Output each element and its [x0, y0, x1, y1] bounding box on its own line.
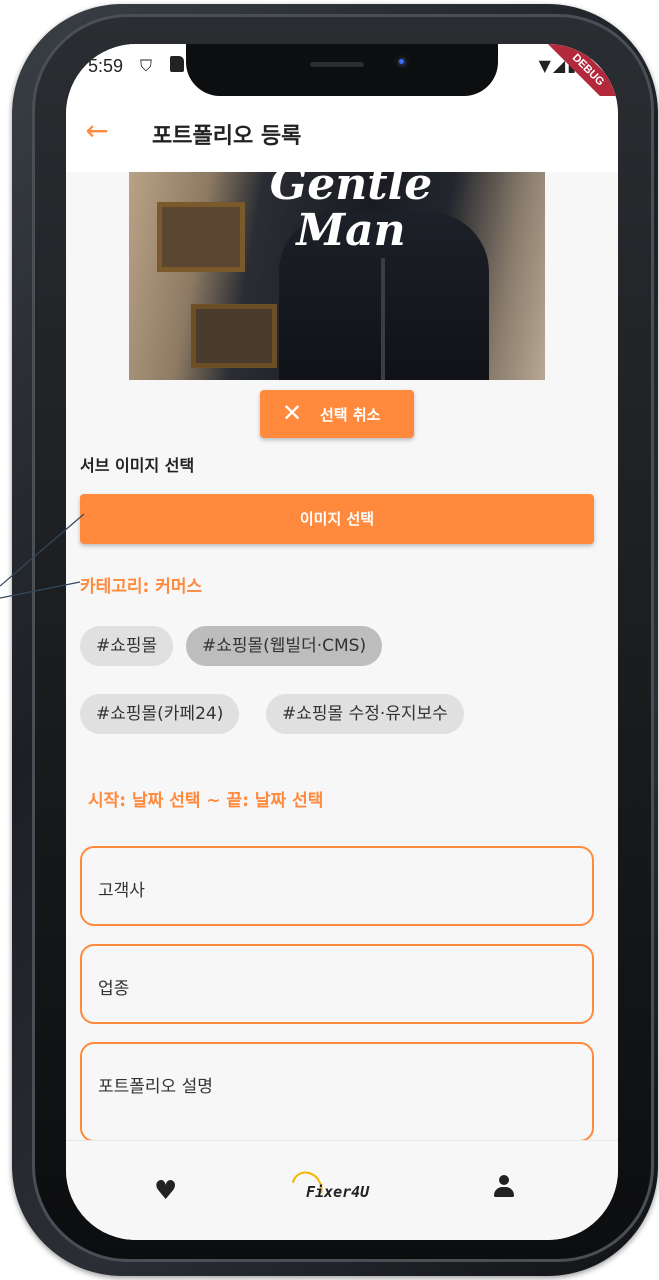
status-time: 5:59 — [88, 56, 124, 76]
image-zipper — [381, 258, 385, 380]
speaker-grille — [310, 62, 364, 67]
fixer4u-logo[interactable]: Fixer4U — [285, 1165, 392, 1211]
brand-line-2: Man — [296, 205, 406, 256]
arrow-left-icon[interactable]: ← — [80, 116, 114, 150]
person-icon-body — [494, 1187, 514, 1197]
category-chip-cafe24[interactable]: #쇼핑몰(카페24) — [80, 694, 240, 734]
date-range-selector[interactable]: 시작: 날짜 선택 ~ 끝: 날짜 선택 — [88, 786, 323, 811]
category-chip-shopping-mall[interactable]: #쇼핑몰 — [80, 626, 174, 666]
person-icon-head — [499, 1175, 509, 1185]
image-brand-text: Gentle Man — [241, 172, 461, 254]
front-camera-icon — [394, 54, 410, 70]
select-image-button[interactable]: 이미지 선택 — [80, 494, 594, 544]
image-picture-frame — [157, 202, 245, 272]
heart-icon[interactable]: ♥ — [154, 1177, 177, 1205]
bottom-navigation: ♥ Fixer4U — [66, 1140, 618, 1240]
cancel-selection-label: 선택 취소 — [320, 406, 381, 424]
description-placeholder: 포트폴리오 설명 — [98, 1077, 213, 1097]
cancel-selection-button[interactable]: ✕ 선택 취소 — [260, 390, 414, 438]
person-icon[interactable] — [492, 1175, 516, 1199]
status-bar: 5:59 ⛉ ▼◢▮ DEBUG — [66, 44, 618, 120]
close-icon: ✕ — [282, 399, 303, 427]
brand-line-1: Gentle — [269, 172, 433, 210]
industry-placeholder: 업종 — [98, 979, 130, 999]
category-label: 카테고리: 커머스 — [80, 577, 203, 597]
sd-card-icon — [170, 56, 184, 72]
page-title: 포트폴리오 등록 — [152, 124, 302, 149]
logo-text: Fixer4U — [306, 1183, 370, 1201]
app-bar: ← 포트폴리오 등록 — [66, 96, 618, 172]
client-placeholder: 고객사 — [98, 881, 145, 901]
shield-icon: ⛉ — [140, 56, 153, 75]
device-mockup: 5:59 ⛉ ▼◢▮ DEBUG ← 포트폴리오 등록 Gentle Man ✕… — [0, 0, 659, 1280]
image-picture-frame — [191, 304, 277, 368]
description-field[interactable]: 포트폴리오 설명 — [80, 1042, 594, 1142]
client-field[interactable]: 고객사 — [80, 846, 594, 926]
app-screen: 5:59 ⛉ ▼◢▮ DEBUG ← 포트폴리오 등록 Gentle Man ✕… — [66, 44, 618, 1240]
camera-notch — [186, 44, 498, 96]
category-chip-webbuilder-cms[interactable]: #쇼핑몰(웹빌더·CMS) — [186, 626, 383, 666]
main-image-preview: Gentle Man — [129, 172, 545, 380]
sub-image-label: 서브 이미지 선택 — [80, 456, 195, 475]
industry-field[interactable]: 업종 — [80, 944, 594, 1024]
category-chip-maintenance[interactable]: #쇼핑몰 수정·유지보수 — [266, 694, 464, 734]
